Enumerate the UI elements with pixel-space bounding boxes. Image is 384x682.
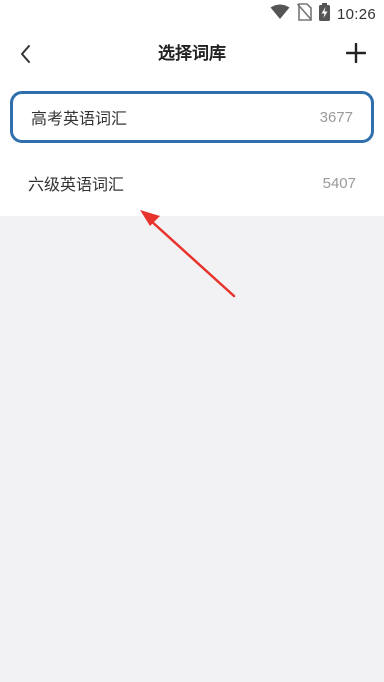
status-time: 10:26	[336, 5, 376, 23]
page-title: 选择词库	[158, 44, 226, 64]
plus-icon	[345, 42, 367, 67]
back-button[interactable]	[8, 40, 44, 72]
word-count: 5407	[322, 174, 356, 192]
word-bank-list: 高考英语词汇 3677 六级英语词汇 5407	[0, 84, 384, 216]
word-bank-name: 六级英语词汇	[28, 175, 125, 194]
add-word-bank-button[interactable]	[338, 38, 374, 72]
word-bank-name: 高考英语词汇	[31, 109, 128, 128]
status-bar: 10:26	[0, 0, 384, 28]
status-icons: 10:26	[270, 3, 376, 25]
word-count: 3677	[319, 108, 353, 126]
header: 选择词库	[0, 28, 384, 84]
chevron-left-icon	[19, 44, 33, 68]
word-bank-item[interactable]: 六级英语词汇 5407	[10, 157, 374, 209]
no-sim-icon	[296, 3, 313, 25]
word-bank-item[interactable]: 高考英语词汇 3677	[10, 91, 374, 143]
battery-charging-icon	[318, 3, 330, 25]
wifi-icon	[270, 4, 290, 24]
